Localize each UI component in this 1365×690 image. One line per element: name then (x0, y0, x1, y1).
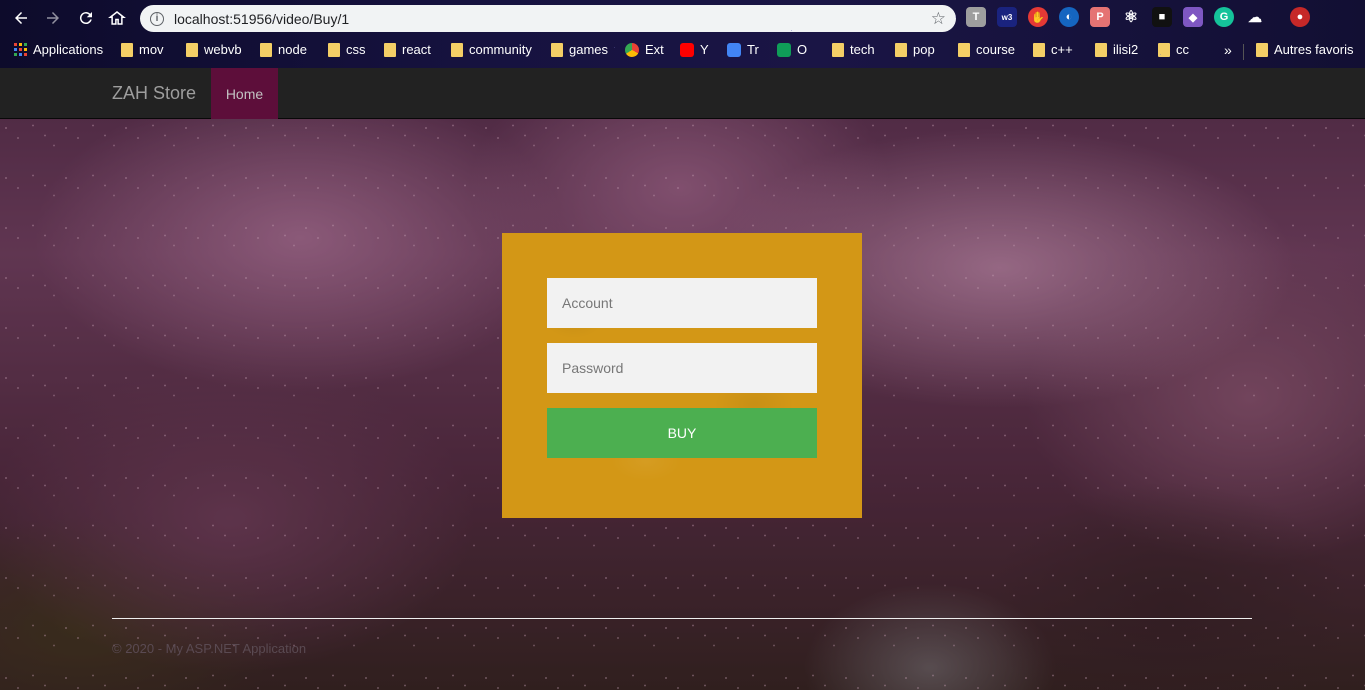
folder-icon (451, 42, 463, 57)
reload-icon (79, 12, 92, 25)
cube-icon[interactable]: ■ (1152, 7, 1172, 27)
reload-button[interactable] (75, 7, 97, 29)
incognito-icon[interactable]: ☁ (1245, 7, 1265, 27)
url-text: localhost:51956/video/Buy/1 (174, 10, 350, 27)
folder-icon (895, 42, 907, 57)
bookmark-css[interactable]: css (328, 42, 366, 57)
bookmarks-bar: Applications mov webvb node css react co… (0, 37, 1365, 63)
folder-icon (1256, 42, 1268, 57)
forward-button[interactable] (42, 7, 64, 29)
w3-icon[interactable]: w3 (997, 7, 1017, 27)
arrow-left-icon (15, 12, 27, 24)
bookmark-cc[interactable]: cc (1158, 42, 1189, 57)
site-navbar: ZAH Store Home (0, 68, 1365, 119)
bookmark-webvb[interactable]: webvb (186, 42, 242, 57)
bookmark-games[interactable]: games (551, 42, 608, 57)
bookmark-other-favorites[interactable]: Autres favoris (1256, 42, 1353, 57)
bookmark-o[interactable]: O (777, 42, 807, 57)
bookmark-community[interactable]: community (451, 42, 532, 57)
more-bookmarks-button[interactable]: » (1224, 42, 1232, 58)
profile-avatar[interactable]: ● (1290, 7, 1310, 27)
folder-icon (384, 42, 396, 57)
bookmark-mov[interactable]: mov (121, 42, 164, 57)
folder-icon (186, 42, 198, 57)
site-info-icon[interactable]: i (150, 11, 164, 26)
folder-icon (1095, 42, 1107, 57)
bookmark-translate[interactable]: Tr (727, 42, 759, 57)
folder-icon (832, 42, 844, 57)
game-icon[interactable]: ◆ (1183, 7, 1203, 27)
bookmarks-divider (1243, 44, 1244, 60)
buy-button[interactable]: BUY (547, 408, 817, 458)
password-input[interactable] (547, 343, 817, 393)
extension-toolbar: T w3 ✋ ◐ P ⚛ ■ ◆ G ☁ ● (966, 7, 1310, 29)
footer-divider (112, 618, 1252, 619)
chrome-icon (625, 42, 639, 57)
folder-icon (958, 42, 970, 57)
o-icon (777, 42, 791, 57)
folder-icon (260, 42, 272, 57)
translate-icon (727, 42, 741, 57)
bookmark-ext[interactable]: Ext (625, 42, 664, 57)
buy-form: BUY (502, 233, 862, 518)
bookmark-pop[interactable]: pop (895, 42, 935, 57)
nav-home-link[interactable]: Home (211, 68, 278, 119)
arrow-right-icon (47, 12, 59, 24)
vpn-icon[interactable]: ◐ (1059, 7, 1079, 27)
grammarly-icon[interactable]: G (1214, 7, 1234, 27)
back-button[interactable] (10, 7, 32, 29)
folder-icon (1158, 42, 1170, 57)
apps-grid-icon (14, 43, 27, 56)
home-icon (108, 11, 126, 25)
home-button[interactable] (106, 7, 128, 29)
bookmark-cpp[interactable]: c++ (1033, 42, 1073, 57)
folder-icon (1033, 42, 1045, 57)
adblock-icon[interactable]: ✋ (1028, 7, 1048, 27)
bookmark-ilisi2[interactable]: ilisi2 (1095, 42, 1138, 57)
bookmark-course[interactable]: course (958, 42, 1015, 57)
bookmark-react[interactable]: react (384, 42, 431, 57)
youtube-icon (680, 42, 694, 57)
bookmark-youtube[interactable]: Y (680, 42, 709, 57)
bookmark-star-icon[interactable]: ☆ (931, 9, 946, 29)
browser-chrome: i localhost:51956/video/Buy/1 ☆ T w3 ✋ ◐… (0, 0, 1365, 68)
bookmark-tech[interactable]: tech (832, 42, 875, 57)
folder-icon (121, 42, 133, 57)
account-input[interactable] (547, 278, 817, 328)
bookmark-applications[interactable]: Applications (14, 42, 103, 57)
brand-link[interactable]: ZAH Store (112, 83, 196, 104)
folder-icon (551, 42, 563, 57)
folder-icon (328, 42, 340, 57)
translate-icon[interactable]: T (966, 7, 986, 27)
react-devtools-icon[interactable]: ⚛ (1121, 7, 1141, 27)
pdf-icon[interactable]: P (1090, 7, 1110, 27)
footer-copyright: © 2020 - My ASP.NET Application (112, 641, 307, 656)
bookmark-node[interactable]: node (260, 42, 307, 57)
page-background: ZAH Store Home BUY © 2020 - My ASP.NET A… (0, 68, 1365, 690)
address-bar[interactable]: i localhost:51956/video/Buy/1 ☆ (140, 5, 956, 32)
